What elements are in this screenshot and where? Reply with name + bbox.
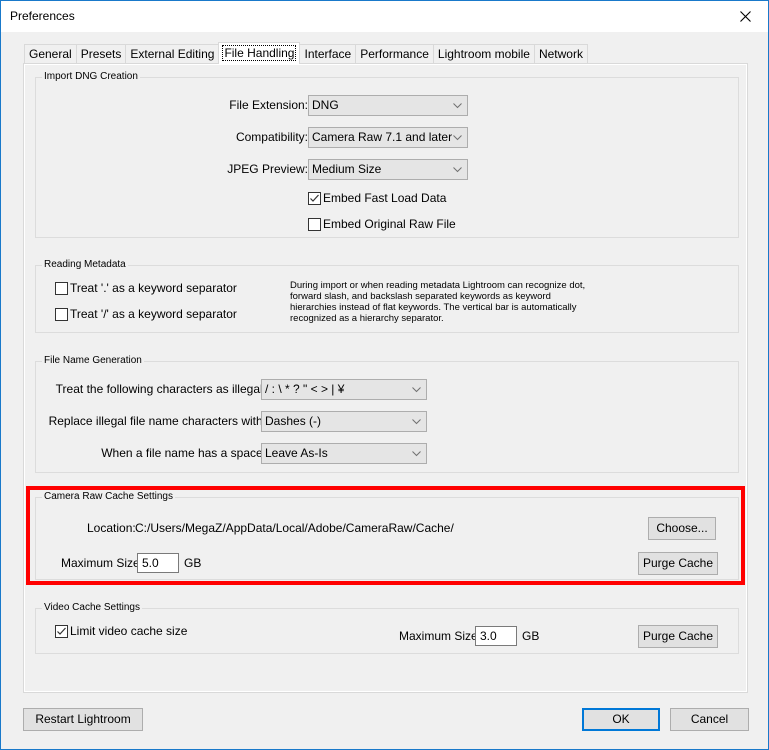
tab-interface[interactable]: Interface	[300, 44, 356, 64]
checkbox-box	[55, 624, 68, 638]
limit-video-cache-checkbox[interactable]: Limit video cache size	[55, 624, 187, 638]
embed-fast-load-data-checkbox[interactable]: Embed Fast Load Data	[308, 191, 446, 205]
cancel-button[interactable]: Cancel	[670, 708, 749, 731]
tab-network[interactable]: Network	[533, 44, 588, 64]
group-legend: Camera Raw Cache Settings	[42, 491, 175, 502]
camera-raw-cache-group: Camera Raw Cache Settings Location: C:/U…	[35, 491, 739, 580]
window-title: Preferences	[10, 9, 75, 23]
chevron-down-icon	[453, 167, 462, 173]
chevron-down-icon	[412, 387, 421, 393]
camera-raw-max-size-input[interactable]: 5.0	[137, 553, 179, 573]
jpeg-preview-label: JPEG Preview:	[227, 162, 308, 176]
ok-button[interactable]: OK	[582, 708, 660, 731]
checkmark-icon	[57, 627, 66, 635]
max-size-label: Maximum Size:	[61, 556, 144, 570]
checkbox-box	[308, 191, 321, 205]
illegal-chars-select[interactable]: / : \ * ? " < > | ¥	[261, 379, 427, 400]
tab-presets[interactable]: Presets	[75, 44, 126, 64]
cache-location-path: C:/Users/MegaZ/AppData/Local/Adobe/Camer…	[135, 521, 454, 535]
chevron-down-icon	[453, 103, 462, 109]
illegal-chars-label: Treat the following characters as illega…	[55, 382, 266, 396]
choose-location-button[interactable]: Choose...	[648, 517, 716, 540]
compatibility-label: Compatibility:	[235, 130, 308, 144]
reading-metadata-group: Reading Metadata Treat '.' as a keyword …	[35, 259, 739, 333]
tab-external-editing[interactable]: External Editing	[125, 44, 219, 64]
title-bar: Preferences	[1, 1, 768, 32]
close-button[interactable]	[722, 1, 768, 32]
video-max-size-input[interactable]: 3.0	[475, 626, 517, 646]
import-dng-creation-group: Import DNG Creation File Extension: DNG …	[35, 71, 739, 238]
jpeg-preview-select[interactable]: Medium Size	[308, 159, 468, 180]
group-legend: Import DNG Creation	[42, 71, 140, 82]
restart-lightroom-button[interactable]: Restart Lightroom	[23, 708, 143, 731]
purge-video-cache-button[interactable]: Purge Cache	[638, 625, 718, 648]
checkmark-icon	[310, 194, 319, 202]
tab-lightroom-mobile[interactable]: Lightroom mobile	[432, 44, 534, 64]
file-extension-label: File Extension:	[229, 98, 308, 112]
group-legend: File Name Generation	[42, 355, 144, 366]
preferences-dialog: Preferences General Presets External Edi…	[0, 0, 769, 750]
location-label: Location:	[87, 521, 136, 535]
tab-performance[interactable]: Performance	[355, 44, 433, 64]
treat-slash-separator-checkbox[interactable]: Treat '/' as a keyword separator	[55, 307, 237, 321]
checkbox-box	[55, 281, 68, 295]
close-icon	[739, 11, 751, 22]
checkbox-box	[308, 217, 321, 231]
max-size-unit: GB	[184, 556, 202, 570]
file-extension-select[interactable]: DNG	[308, 95, 468, 116]
tab-general[interactable]: General	[24, 44, 76, 64]
space-handling-select[interactable]: Leave As-Is	[261, 443, 427, 464]
group-legend: Reading Metadata	[42, 259, 128, 270]
compatibility-select[interactable]: Camera Raw 7.1 and later	[308, 127, 468, 148]
replace-with-label: Replace illegal file name characters wit…	[48, 414, 266, 428]
chevron-down-icon	[412, 451, 421, 457]
chevron-down-icon	[453, 135, 462, 141]
video-cache-group: Video Cache Settings Limit video cache s…	[35, 602, 739, 654]
tab-panel-file-handling: Import DNG Creation File Extension: DNG …	[23, 63, 748, 693]
tab-file-handling[interactable]: File Handling	[218, 42, 301, 64]
chevron-down-icon	[412, 419, 421, 425]
group-legend: Video Cache Settings	[42, 602, 142, 613]
replace-with-select[interactable]: Dashes (-)	[261, 411, 427, 432]
tab-bar: General Presets External Editing File Ha…	[24, 42, 588, 64]
video-max-size-label: Maximum Size:	[399, 629, 482, 643]
treat-dot-separator-checkbox[interactable]: Treat '.' as a keyword separator	[55, 281, 237, 295]
purge-camera-raw-cache-button[interactable]: Purge Cache	[638, 552, 718, 575]
video-max-size-unit: GB	[522, 629, 540, 643]
keyword-separator-description: During import or when reading metadata L…	[290, 280, 586, 324]
space-handling-label: When a file name has a space:	[101, 446, 266, 460]
checkbox-box	[55, 307, 68, 321]
file-name-generation-group: File Name Generation Treat the following…	[35, 355, 739, 473]
embed-original-raw-checkbox[interactable]: Embed Original Raw File	[308, 217, 456, 231]
